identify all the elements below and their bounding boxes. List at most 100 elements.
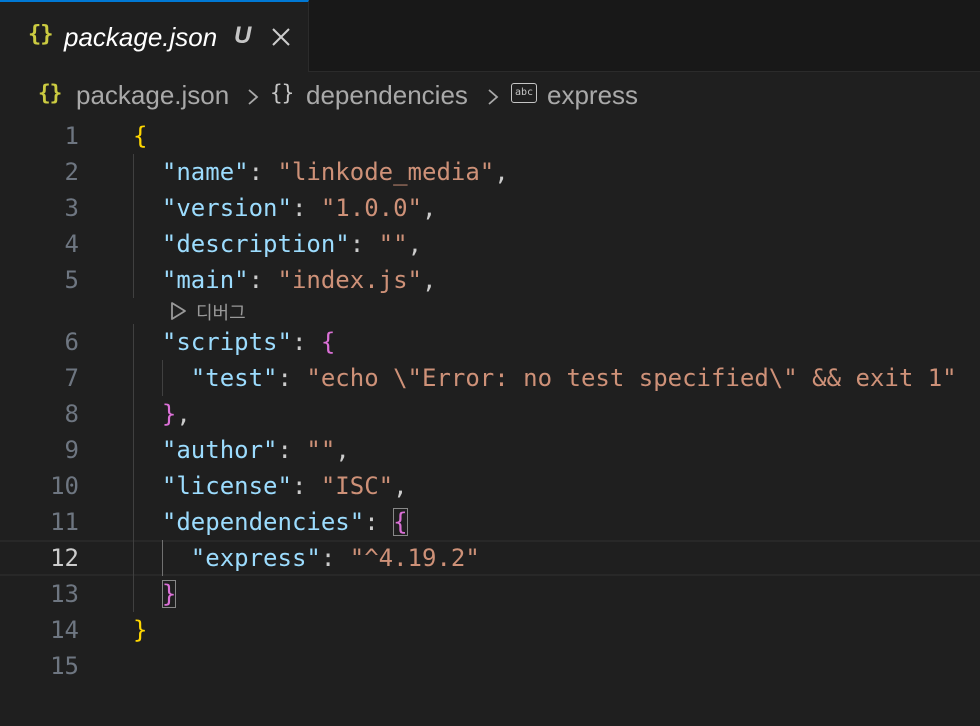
code-token: : bbox=[291, 472, 321, 500]
code-token: } bbox=[133, 616, 148, 644]
code-token: "linkode_media" bbox=[277, 158, 495, 186]
line-number: 4 bbox=[64, 230, 79, 258]
code-token: "main" bbox=[133, 266, 249, 294]
code-text: "version": "1.0.0", bbox=[133, 190, 437, 226]
line-number: 15 bbox=[50, 652, 79, 680]
line-number: 2 bbox=[64, 158, 79, 186]
code-text: } bbox=[133, 576, 177, 612]
indent-guide bbox=[133, 154, 134, 298]
code-token: : bbox=[277, 436, 307, 464]
code-token: "echo \"Error: no test specified\" && ex… bbox=[306, 364, 957, 392]
code-token: } bbox=[161, 400, 177, 428]
indent-guide bbox=[162, 360, 163, 396]
code-token: , bbox=[422, 194, 437, 222]
code-text: "main": "index.js", bbox=[133, 262, 437, 298]
code-token: "version" bbox=[133, 194, 292, 222]
code-text: "author": "", bbox=[133, 432, 350, 468]
chevron-right-icon bbox=[248, 89, 259, 105]
code-token: "dependencies" bbox=[133, 508, 365, 536]
code-text: "scripts": { bbox=[133, 324, 335, 360]
play-icon bbox=[171, 302, 186, 320]
debug-codelens-label: 디버그 bbox=[196, 303, 246, 323]
code-line[interactable]: 7 "test": "echo \"Error: no test specifi… bbox=[0, 360, 980, 396]
code-line[interactable]: 13 } bbox=[0, 576, 980, 612]
line-number: 11 bbox=[50, 508, 79, 536]
code-token: , bbox=[176, 400, 191, 428]
close-icon[interactable] bbox=[270, 26, 292, 48]
code-line[interactable]: 14} bbox=[0, 612, 980, 648]
code-token: : bbox=[349, 230, 379, 258]
code-token: "1.0.0" bbox=[320, 194, 423, 222]
line-number: 8 bbox=[64, 400, 79, 428]
string-icon: abc bbox=[511, 83, 537, 103]
code-token: "description" bbox=[133, 230, 350, 258]
code-token: "index.js" bbox=[277, 266, 423, 294]
code-token: , bbox=[422, 266, 437, 294]
line-number: 6 bbox=[64, 328, 79, 356]
code-line[interactable]: 4 "description": "", bbox=[0, 226, 980, 262]
code-line[interactable]: 6 "scripts": { bbox=[0, 324, 980, 360]
code-text: } bbox=[133, 612, 147, 648]
code-line[interactable]: 1{ bbox=[0, 118, 980, 154]
indent-guide-active bbox=[162, 540, 163, 576]
code-text: "description": "", bbox=[133, 226, 422, 262]
breadcrumb-dependencies[interactable]: dependencies bbox=[306, 80, 468, 111]
line-number: 12 bbox=[50, 544, 79, 572]
code-text: "express": "^4.19.2" bbox=[133, 542, 480, 574]
code-editor[interactable]: 15 14} 13 } 12 "express": "^4.19.2" 11 "depe… bbox=[0, 118, 980, 726]
code-token: } bbox=[161, 580, 177, 608]
line-number: 3 bbox=[64, 194, 79, 222]
code-token: "ISC" bbox=[320, 472, 394, 500]
line-number: 1 bbox=[64, 122, 79, 150]
code-text: "dependencies": { bbox=[133, 504, 408, 540]
code-token: { bbox=[320, 328, 336, 356]
code-text: "test": "echo \"Error: no test specified… bbox=[133, 360, 957, 396]
indent-guide bbox=[133, 324, 134, 612]
code-token: , bbox=[494, 158, 509, 186]
code-line[interactable]: 3 "version": "1.0.0", bbox=[0, 190, 980, 226]
code-token: : bbox=[248, 158, 278, 186]
chevron-right-icon bbox=[488, 89, 499, 105]
json-file-icon: {} bbox=[38, 81, 62, 105]
code-line[interactable]: 15 bbox=[0, 648, 980, 684]
code-token: , bbox=[407, 230, 423, 258]
code-token: : bbox=[291, 328, 321, 356]
code-token: : bbox=[291, 194, 321, 222]
breadcrumb-file[interactable]: package.json bbox=[76, 80, 229, 111]
line-number: 14 bbox=[50, 616, 79, 644]
line-number: 10 bbox=[50, 472, 79, 500]
json-file-icon: {} bbox=[28, 22, 53, 47]
git-untracked-badge: U bbox=[234, 22, 252, 49]
code-token: , bbox=[393, 472, 408, 500]
code-token: : bbox=[248, 266, 278, 294]
code-token: { bbox=[133, 122, 148, 150]
code-token: : bbox=[277, 364, 307, 392]
tab-package-json[interactable]: {} package.json U bbox=[0, 0, 309, 72]
editor-tab-bar: {} package.json U bbox=[0, 0, 980, 72]
tab-title: package.json bbox=[64, 22, 218, 52]
code-text: { bbox=[133, 118, 147, 154]
code-token: { bbox=[393, 508, 408, 536]
object-icon: {} bbox=[270, 81, 294, 105]
code-token: : bbox=[364, 508, 394, 536]
code-token: "test" bbox=[133, 364, 278, 392]
line-number: 7 bbox=[64, 364, 79, 392]
code-line[interactable]: 12 "express": "^4.19.2" bbox=[0, 540, 980, 576]
code-line[interactable]: 10 "license": "ISC", bbox=[0, 468, 980, 504]
code-line[interactable]: 2 "name": "linkode_media", bbox=[0, 154, 980, 190]
line-number: 5 bbox=[64, 266, 79, 294]
code-token: "^4.19.2" bbox=[349, 544, 480, 572]
code-token: : bbox=[320, 544, 350, 572]
code-line[interactable]: 11 "dependencies": { bbox=[0, 504, 980, 540]
code-line[interactable]: 8 }, bbox=[0, 396, 980, 432]
breadcrumb-express[interactable]: express bbox=[547, 80, 638, 111]
code-line[interactable]: 9 "author": "", bbox=[0, 432, 980, 468]
code-token: , bbox=[335, 436, 350, 464]
code-line[interactable]: 5 "main": "index.js", bbox=[0, 262, 980, 298]
code-text: "license": "ISC", bbox=[133, 468, 408, 504]
breadcrumb: {} package.json {} dependencies express bbox=[0, 72, 980, 118]
code-text: "name": "linkode_media", bbox=[133, 154, 509, 190]
code-token: "name" bbox=[133, 158, 249, 186]
